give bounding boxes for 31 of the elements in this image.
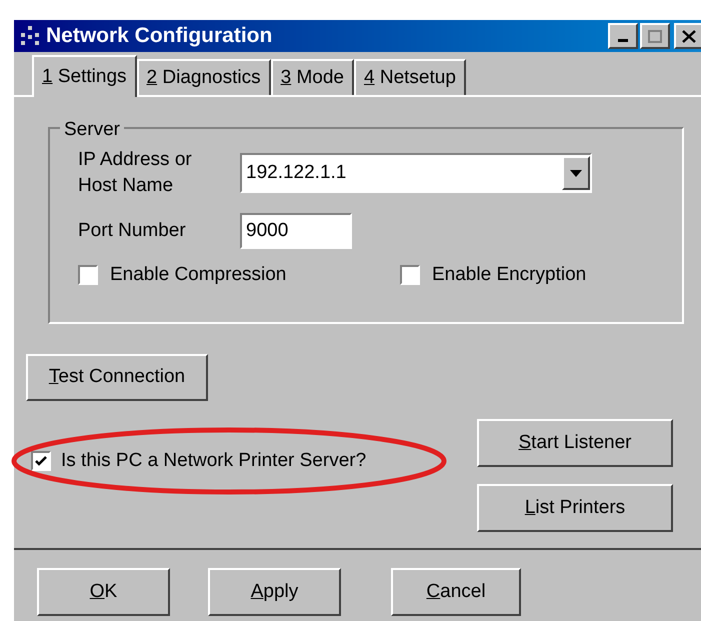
checkbox-label: Is this PC a Network Printer Server? xyxy=(61,448,366,473)
dialog-button[interactable]: OK xyxy=(37,568,170,616)
action-button[interactable]: Start Listener xyxy=(477,419,673,467)
network-icon xyxy=(18,25,42,47)
caret-icon xyxy=(570,170,582,176)
dropdown-button[interactable] xyxy=(562,156,590,190)
window-title: Network Configuration xyxy=(46,23,272,50)
maximize-icon xyxy=(648,30,662,42)
tab[interactable]: 1 Settings xyxy=(32,55,137,97)
maximize-button[interactable] xyxy=(640,23,670,49)
tab[interactable]: 2 Diagnostics xyxy=(136,59,271,95)
checkbox[interactable] xyxy=(31,451,51,471)
checkbox-label: Enable Compression xyxy=(110,263,286,287)
tab[interactable]: 3 Mode xyxy=(270,59,354,95)
dialog-button[interactable]: Cancel xyxy=(391,568,521,616)
action-button[interactable]: List Printers xyxy=(477,484,673,532)
checkbox-label: Enable Encryption xyxy=(432,263,586,287)
close-button[interactable] xyxy=(674,23,701,49)
tab[interactable]: 4 Netsetup xyxy=(354,59,466,95)
field-label: Port Number xyxy=(78,218,187,243)
checkbox[interactable] xyxy=(400,265,420,286)
dialog-button[interactable]: Apply xyxy=(208,568,341,616)
checkbox[interactable] xyxy=(78,265,98,286)
field-label: IP Address or Host Name xyxy=(78,148,193,198)
minimize-button[interactable] xyxy=(608,23,638,49)
host-dropdown[interactable]: 192.122.1.1 xyxy=(240,153,592,193)
close-icon xyxy=(682,30,696,42)
minimize-icon xyxy=(618,39,628,43)
port-field[interactable]: 9000 xyxy=(240,213,352,249)
test-connection-button[interactable]: Test Connection xyxy=(26,354,208,401)
check-icon xyxy=(35,455,47,467)
